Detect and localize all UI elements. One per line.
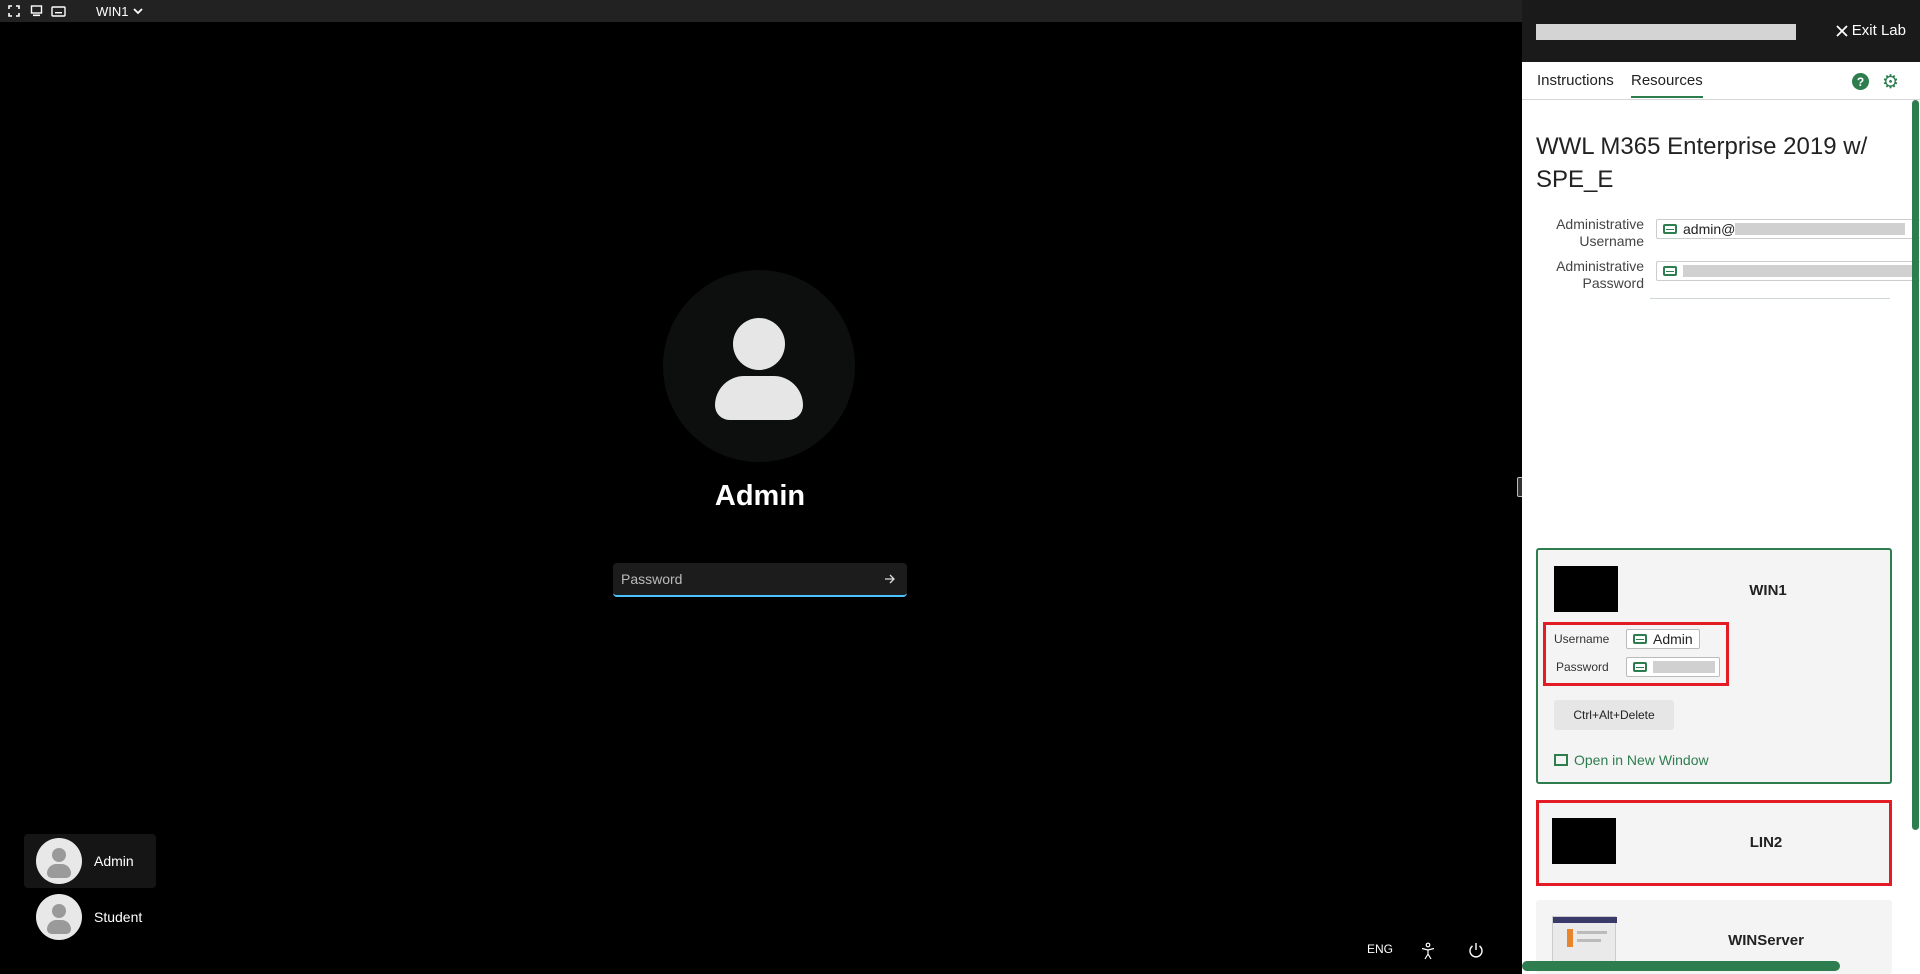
- accessibility-icon[interactable]: [1416, 942, 1440, 960]
- exit-lab-button[interactable]: Exit Lab: [1836, 22, 1906, 39]
- keyboard-icon[interactable]: [1663, 266, 1677, 276]
- vm-screen[interactable]: Admin Admin Student ENG: [0, 22, 1522, 974]
- admin-password-field[interactable]: [1656, 261, 1920, 281]
- language-indicator[interactable]: ENG: [1360, 942, 1400, 956]
- close-icon: [1836, 24, 1848, 37]
- lab-name-redacted: [1536, 24, 1796, 40]
- keyboard-icon[interactable]: [1663, 224, 1677, 234]
- user-avatar: [663, 270, 855, 462]
- user-switch-label: Student: [94, 909, 143, 925]
- vm-username-label: Username: [1554, 632, 1610, 646]
- monitor-icon[interactable]: [28, 3, 44, 19]
- user-switch-label: Admin: [94, 853, 134, 869]
- horizontal-scrollbar[interactable]: [1522, 961, 1840, 971]
- vm-name: WIN1: [1749, 582, 1787, 599]
- tab-resources[interactable]: Resources: [1631, 72, 1703, 98]
- tab-instructions[interactable]: Instructions: [1537, 72, 1614, 96]
- vm-selector-label: WIN1: [96, 3, 129, 19]
- password-input[interactable]: [613, 563, 873, 595]
- submit-arrow-icon[interactable]: [873, 562, 907, 596]
- vm-thumbnail[interactable]: [1552, 916, 1617, 962]
- ctrl-alt-delete-button[interactable]: Ctrl+Alt+Delete: [1554, 700, 1674, 730]
- gear-icon[interactable]: ⚙: [1882, 71, 1899, 94]
- language-label: ENG: [1366, 942, 1393, 956]
- vm-name: WINServer: [1728, 932, 1804, 949]
- panel-header: Exit Lab: [1522, 0, 1920, 62]
- vm-card-lin2[interactable]: LIN2: [1536, 800, 1892, 886]
- admin-username-value: admin@: [1683, 221, 1736, 237]
- open-new-window-label: Open in New Window: [1574, 752, 1709, 768]
- user-switch-admin[interactable]: Admin: [24, 834, 156, 888]
- divider: [1650, 298, 1890, 299]
- redacted-text: [1653, 661, 1715, 673]
- vm-username-field[interactable]: Admin: [1626, 629, 1700, 649]
- chevron-down-icon: [132, 8, 143, 15]
- help-icon[interactable]: ?: [1852, 73, 1869, 90]
- redacted-text: [1735, 223, 1906, 235]
- exit-lab-label: Exit Lab: [1851, 22, 1906, 39]
- open-new-window-link[interactable]: Open in New Window: [1554, 752, 1709, 768]
- password-box: [613, 563, 907, 597]
- avatar: [36, 838, 82, 884]
- vm-password-field[interactable]: [1626, 657, 1720, 677]
- vertical-scrollbar[interactable]: [1912, 100, 1919, 830]
- admin-username-row: Administrative Username admin@: [1536, 216, 1920, 250]
- user-switch-student[interactable]: Student: [24, 890, 156, 944]
- admin-password-label: Administrative Password: [1556, 258, 1644, 291]
- vm-thumbnail[interactable]: [1552, 818, 1616, 864]
- lab-title: WWL M365 Enterprise 2019 w/ SPE_E: [1536, 133, 1868, 193]
- redacted-text: [1683, 265, 1913, 277]
- avatar: [36, 894, 82, 940]
- panel-tabs: Instructions Resources ? ⚙: [1522, 62, 1920, 100]
- vm-toolbar: WIN1: [0, 0, 1522, 22]
- login-username: Admin: [714, 480, 806, 512]
- power-icon[interactable]: [1464, 942, 1488, 958]
- admin-username-label: Administrative Username: [1556, 216, 1644, 249]
- fullscreen-icon[interactable]: [6, 3, 22, 19]
- vm-card-win1: WIN1 Username Admin Password Ctrl+Alt+De…: [1536, 548, 1892, 784]
- keyboard-icon[interactable]: [1633, 634, 1647, 644]
- vm-thumbnail[interactable]: [1554, 566, 1618, 612]
- vm-password-label: Password: [1556, 660, 1609, 674]
- admin-password-row: Administrative Password: [1536, 258, 1920, 292]
- vm-selector[interactable]: WIN1: [96, 4, 143, 19]
- admin-username-field[interactable]: admin@: [1656, 219, 1920, 239]
- external-window-icon: [1554, 754, 1568, 766]
- keyboard-icon[interactable]: [50, 3, 66, 19]
- vm-name: LIN2: [1749, 834, 1783, 851]
- lab-panel: Exit Lab Instructions Resources ? ⚙ WWL …: [1522, 0, 1920, 974]
- keyboard-icon[interactable]: [1633, 662, 1647, 672]
- vm-username-value: Admin: [1653, 631, 1693, 647]
